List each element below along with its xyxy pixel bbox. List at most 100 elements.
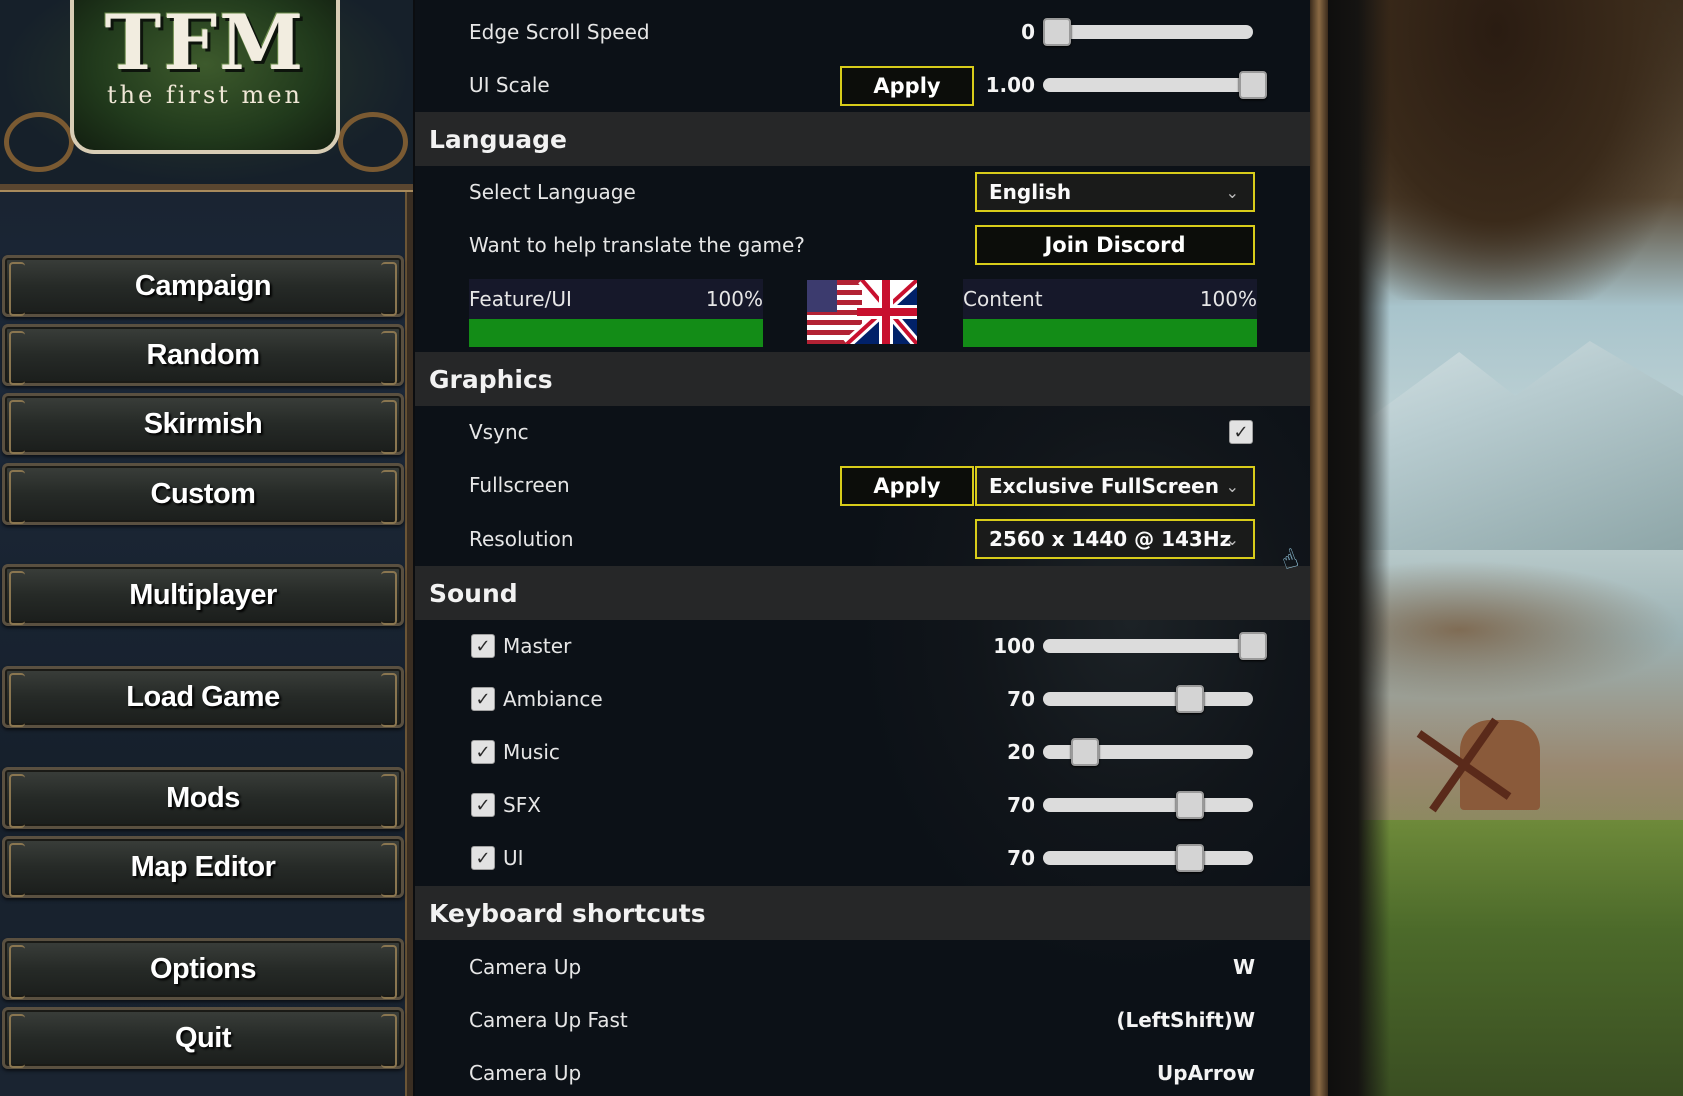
sfx-volume-slider-thumb[interactable] bbox=[1176, 791, 1204, 819]
ui-sound-label: UI bbox=[503, 846, 524, 870]
fullscreen-apply-button[interactable]: Apply bbox=[840, 466, 974, 506]
master-value: 100 bbox=[993, 634, 1035, 658]
check-icon: ✓ bbox=[475, 794, 491, 816]
music-value: 20 bbox=[1007, 740, 1035, 764]
content-progress-track bbox=[963, 319, 1257, 347]
edge-scroll-speed-slider[interactable] bbox=[1043, 18, 1253, 46]
check-icon: ✓ bbox=[475, 635, 491, 657]
fullscreen-mode-value: Exclusive FullScreen bbox=[989, 474, 1219, 498]
ambiance-volume-slider[interactable] bbox=[1043, 685, 1253, 713]
master-volume-slider-thumb[interactable] bbox=[1239, 632, 1267, 660]
sound-section-header: Sound bbox=[415, 566, 1310, 620]
ambiance-value: 70 bbox=[1007, 687, 1035, 711]
panel-divider-frame bbox=[1310, 0, 1328, 1096]
translate-help-label: Want to help translate the game? bbox=[469, 233, 805, 257]
background-artwork bbox=[1310, 0, 1683, 1096]
feature-ui-progress-track bbox=[469, 319, 763, 347]
quit-button-label: Quit bbox=[175, 1021, 232, 1054]
load-game-button[interactable]: Load Game bbox=[2, 666, 404, 728]
ui-scale-label: UI Scale bbox=[469, 73, 550, 97]
vsync-checkbox[interactable]: ✓ bbox=[1229, 420, 1253, 444]
edge-scroll-speed-value: 0 bbox=[1021, 20, 1035, 44]
resolution-dropdown[interactable]: 2560 x 1440 @ 143Hz ⌄ bbox=[975, 519, 1255, 559]
ui-scale-slider[interactable] bbox=[1043, 71, 1267, 99]
resolution-value: 2560 x 1440 @ 143Hz bbox=[989, 527, 1232, 551]
select-language-label: Select Language bbox=[469, 180, 636, 204]
check-icon: ✓ bbox=[475, 741, 491, 763]
chevron-down-icon: ⌄ bbox=[1225, 530, 1239, 549]
shortcut-key[interactable]: (LeftShift)W bbox=[1116, 1008, 1255, 1032]
ambiance-volume-slider-thumb[interactable] bbox=[1176, 685, 1204, 713]
graphics-section-header: Graphics bbox=[415, 352, 1310, 406]
join-discord-button[interactable]: Join Discord bbox=[975, 225, 1255, 265]
check-icon: ✓ bbox=[1233, 421, 1249, 443]
options-button-label: Options bbox=[149, 952, 257, 985]
master-label: Master bbox=[503, 634, 572, 658]
sfx-value: 70 bbox=[1007, 793, 1035, 817]
multiplayer-button[interactable]: Multiplayer bbox=[2, 564, 404, 626]
resolution-label: Resolution bbox=[469, 527, 574, 551]
random-button-label: Random bbox=[146, 338, 261, 371]
custom-button-label: Custom bbox=[150, 477, 256, 510]
ui-scale-slider-thumb[interactable] bbox=[1239, 71, 1267, 99]
random-button[interactable]: Random bbox=[2, 324, 404, 386]
content-progress-fill bbox=[963, 319, 1257, 347]
chevron-down-icon: ⌄ bbox=[1225, 477, 1239, 496]
check-icon: ✓ bbox=[475, 847, 491, 869]
shortcut-label: Camera Up bbox=[469, 955, 582, 979]
mods-button-label: Mods bbox=[166, 781, 240, 814]
music-volume-slider-thumb[interactable] bbox=[1071, 738, 1099, 766]
feature-ui-translation-progress: Feature/UI 100% bbox=[469, 279, 763, 347]
custom-button[interactable]: Custom bbox=[2, 463, 404, 525]
sfx-volume-slider[interactable] bbox=[1043, 791, 1253, 819]
sfx-label: SFX bbox=[503, 793, 541, 817]
main-menu-sidebar: TFM the first men Campaign Random Skirmi… bbox=[0, 0, 413, 1096]
check-icon: ✓ bbox=[475, 688, 491, 710]
multiplayer-button-label: Multiplayer bbox=[129, 578, 277, 611]
fullscreen-mode-dropdown[interactable]: Exclusive FullScreen ⌄ bbox=[975, 466, 1255, 506]
edge-scroll-speed-slider-thumb[interactable] bbox=[1043, 18, 1071, 46]
sfx-checkbox[interactable]: ✓ bbox=[471, 793, 495, 817]
load-game-button-label: Load Game bbox=[126, 680, 280, 713]
ui-sound-volume-slider[interactable] bbox=[1043, 844, 1253, 872]
language-dropdown-value: English bbox=[989, 180, 1072, 204]
main-menu: Campaign Random Skirmish Custom Multipla… bbox=[0, 0, 413, 1096]
fullscreen-label: Fullscreen bbox=[469, 473, 570, 497]
map-editor-button-label: Map Editor bbox=[130, 850, 276, 883]
campaign-button-label: Campaign bbox=[134, 269, 272, 302]
shortcut-label: Camera Up bbox=[469, 1061, 582, 1085]
mods-button[interactable]: Mods bbox=[2, 767, 404, 829]
language-dropdown[interactable]: English ⌄ bbox=[975, 172, 1255, 212]
ui-scale-value: 1.00 bbox=[985, 73, 1035, 97]
join-discord-label: Join Discord bbox=[1044, 233, 1186, 257]
ui-sound-checkbox[interactable]: ✓ bbox=[471, 846, 495, 870]
shortcut-label: Camera Up Fast bbox=[469, 1008, 628, 1032]
skirmish-button-label: Skirmish bbox=[143, 407, 263, 440]
shortcut-key[interactable]: W bbox=[1233, 955, 1255, 979]
vsync-label: Vsync bbox=[469, 420, 529, 444]
options-button[interactable]: Options bbox=[2, 938, 404, 1000]
ui-sound-volume-slider-thumb[interactable] bbox=[1176, 844, 1204, 872]
master-volume-slider[interactable] bbox=[1043, 632, 1267, 660]
feature-ui-progress-fill bbox=[469, 319, 763, 347]
language-section-header: Language bbox=[415, 112, 1310, 166]
music-volume-slider[interactable] bbox=[1043, 738, 1253, 766]
skirmish-button[interactable]: Skirmish bbox=[2, 393, 404, 455]
quit-button[interactable]: Quit bbox=[2, 1007, 404, 1069]
content-percent: 100% bbox=[1199, 287, 1257, 311]
ambiance-label: Ambiance bbox=[503, 687, 603, 711]
ambiance-checkbox[interactable]: ✓ bbox=[471, 687, 495, 711]
campaign-button[interactable]: Campaign bbox=[2, 255, 404, 317]
fullscreen-apply-label: Apply bbox=[873, 474, 941, 498]
ui-scale-apply-button[interactable]: Apply bbox=[840, 66, 974, 106]
us-uk-flag-icon bbox=[807, 280, 917, 344]
feature-ui-label: Feature/UI bbox=[469, 287, 572, 311]
music-checkbox[interactable]: ✓ bbox=[471, 740, 495, 764]
map-editor-button[interactable]: Map Editor bbox=[2, 836, 404, 898]
feature-ui-percent: 100% bbox=[705, 287, 763, 311]
shortcut-key[interactable]: UpArrow bbox=[1157, 1061, 1255, 1085]
ui-scale-apply-label: Apply bbox=[873, 74, 941, 98]
content-label: Content bbox=[963, 287, 1043, 311]
master-checkbox[interactable]: ✓ bbox=[471, 634, 495, 658]
ui-sound-value: 70 bbox=[1007, 846, 1035, 870]
